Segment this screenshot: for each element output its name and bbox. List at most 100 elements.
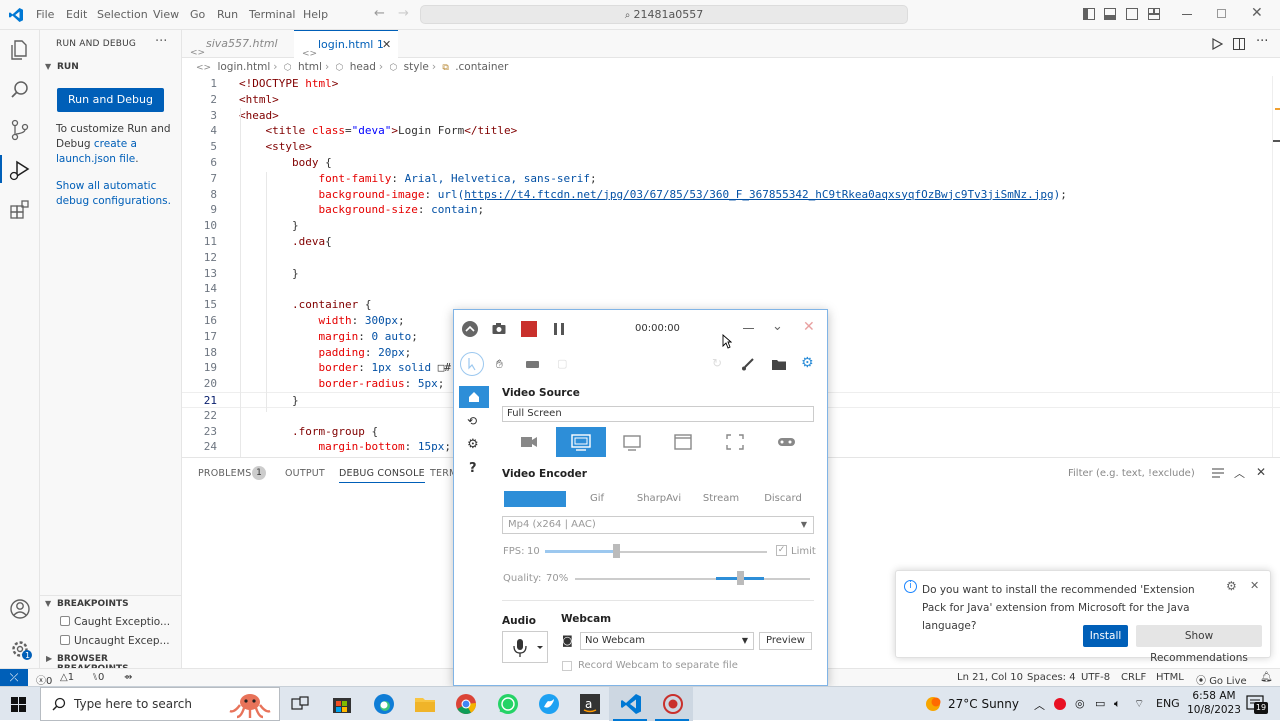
manage-gear-icon[interactable]: 1 [8,637,32,661]
extensions-icon[interactable] [8,198,32,222]
tab-problems[interactable]: PROBLEMS [198,468,251,479]
vscode-taskbar-icon[interactable] [619,692,643,716]
chevron-right-icon[interactable]: ▶ [46,654,52,663]
file-explorer-icon[interactable] [413,692,437,716]
language-mode[interactable]: HTML [1156,672,1184,683]
webcam-select[interactable]: No Webcam ▼ [580,632,754,650]
breakpoints-title[interactable]: BREAKPOINTS [57,599,129,609]
code-line[interactable]: 8 background-image: url(https://t4.ftcdn… [182,187,1280,203]
weather-text[interactable]: 27°C Sunny [948,697,1019,711]
whatsapp-icon[interactable] [496,692,520,716]
breadcrumb-item[interactable]: style [404,61,429,73]
warnings-status[interactable]: △1 [60,672,74,683]
brush-icon[interactable] [741,358,754,371]
breadcrumb-item[interactable]: head [350,61,376,73]
network-icon[interactable]: ◎ [1075,697,1085,710]
folder-icon[interactable] [772,359,786,370]
settings-gear-icon[interactable]: ⚙ [467,437,479,452]
customize-layout-icon[interactable] [1148,8,1160,20]
go-live[interactable]: ⦿ Go Live [1196,672,1247,687]
toggle-panel-icon[interactable] [1104,8,1116,20]
split-editor-icon[interactable] [1233,38,1245,50]
limit-checkbox[interactable]: ✓ [776,545,787,556]
recording-tray-icon[interactable] [1054,698,1066,710]
code-line[interactable]: 11 .deva{ [182,234,1280,250]
notifications-bell-icon[interactable]: 🔔︎ [1260,672,1273,683]
chevron-down-icon[interactable]: ▼ [45,599,51,608]
tab-siva557[interactable]: <> siva557.html [182,30,292,58]
breakpoint-uncaught-exceptions[interactable]: Uncaught Excep... [60,635,170,647]
encoder-tab-video[interactable]: Video [504,491,566,507]
stop-record-button[interactable] [521,321,537,337]
filter-input[interactable]: Filter (e.g. text, !exclude) [1062,465,1202,483]
encoding[interactable]: UTF-8 [1081,672,1110,683]
tab-debug-console[interactable]: DEBUG CONSOLE [339,468,425,483]
errors-status[interactable]: ⓧ0 [36,672,52,687]
source-screen-button[interactable] [607,427,657,457]
breadcrumb-item[interactable]: html [298,61,322,73]
command-center-search[interactable]: ⌕ 21481a0557 [420,5,908,24]
encoder-tab-sharpavi[interactable]: SharpAvi [628,491,690,507]
code-line[interactable]: 7 font-family: Arial, Helvetica, sans-se… [182,171,1280,187]
clock[interactable]: 6:58 AM 10/8/2023 [1184,689,1244,717]
menu-terminal[interactable]: Terminal [249,8,296,21]
end-of-line[interactable]: CRLF [1121,672,1146,683]
code-line[interactable]: 6 body { [182,155,1280,171]
history-icon[interactable]: ⟲ [467,414,477,428]
close-panel-icon[interactable]: ✕ [1256,465,1266,479]
volume-icon[interactable]: 🔈︎ [1114,697,1121,711]
run-debug-icon[interactable] [8,158,32,182]
pause-icon[interactable] [553,322,565,336]
preview-button[interactable]: Preview [759,632,812,650]
maximize-icon[interactable] [1217,9,1226,18]
ports-status[interactable]: ⑊0 [92,672,104,683]
record-webcam-checkbox[interactable] [562,661,572,671]
source-region-button[interactable] [710,427,760,457]
run-section-title[interactable]: RUN [57,62,79,72]
codec-select[interactable]: Mp4 (x264 | AAC) ▼ [502,516,814,534]
code-line[interactable]: 2 <html> [182,92,1280,108]
cursor-tool-icon[interactable] [460,352,484,376]
source-window-button[interactable] [658,427,708,457]
microsoft-store-icon[interactable] [330,692,354,716]
twitter-icon[interactable] [537,692,561,716]
toggle-sidebar-icon[interactable] [1083,8,1095,20]
refresh-icon[interactable]: ↻ [712,356,722,370]
keyboard-icon[interactable] [526,361,539,368]
help-icon[interactable]: ? [469,461,477,476]
code-line[interactable]: 9 background-size: contain; [182,202,1280,218]
close-window-icon[interactable]: ✕ [1251,5,1263,21]
code-line[interactable]: 14 [182,281,1280,297]
checkbox[interactable] [60,635,70,645]
show-hidden-icons[interactable]: ︿ [1034,697,1045,713]
microphone-button[interactable] [502,631,548,663]
action-center-icon[interactable]: 19 [1246,694,1268,714]
clipboard-icon[interactable]: ▢ [557,357,567,370]
tab-login[interactable]: <> login.html 1 ✕ [294,30,398,59]
code-line[interactable]: 13 } [182,266,1280,282]
recorder-taskbar-icon[interactable] [661,692,685,716]
edge-browser-icon[interactable] [372,692,396,716]
close-notification-icon[interactable]: ✕ [1250,579,1259,592]
install-button[interactable]: Install [1083,625,1128,647]
hand-click-icon[interactable]: ✋︎ [496,357,503,372]
back-arrow-icon[interactable]: ← [374,6,385,21]
source-game-button[interactable] [761,427,811,457]
encoder-tab-gif[interactable]: Gif [566,491,628,507]
chevron-down-icon[interactable]: ▼ [45,62,51,71]
battery-icon[interactable]: ▭ [1095,697,1105,710]
remote-icon[interactable]: ⤫ [0,669,28,687]
run-and-debug-button[interactable]: Run and Debug [57,88,164,112]
menu-view[interactable]: View [153,8,179,21]
search-icon[interactable] [8,78,32,102]
breadcrumb-item[interactable]: login.html [217,61,270,73]
toggle-secondary-sidebar-icon[interactable] [1126,8,1138,20]
close-recorder-icon[interactable]: ✕ [803,319,815,335]
run-file-icon[interactable] [1211,38,1223,50]
breakpoint-caught-exceptions[interactable]: Caught Exceptio... [60,616,170,628]
code-line[interactable]: 12 [182,250,1280,266]
minimize-icon[interactable] [743,328,754,329]
taskbar-search-box[interactable]: Type here to search [40,687,280,721]
menu-run[interactable]: Run [217,8,238,21]
camera-icon[interactable] [492,322,506,335]
